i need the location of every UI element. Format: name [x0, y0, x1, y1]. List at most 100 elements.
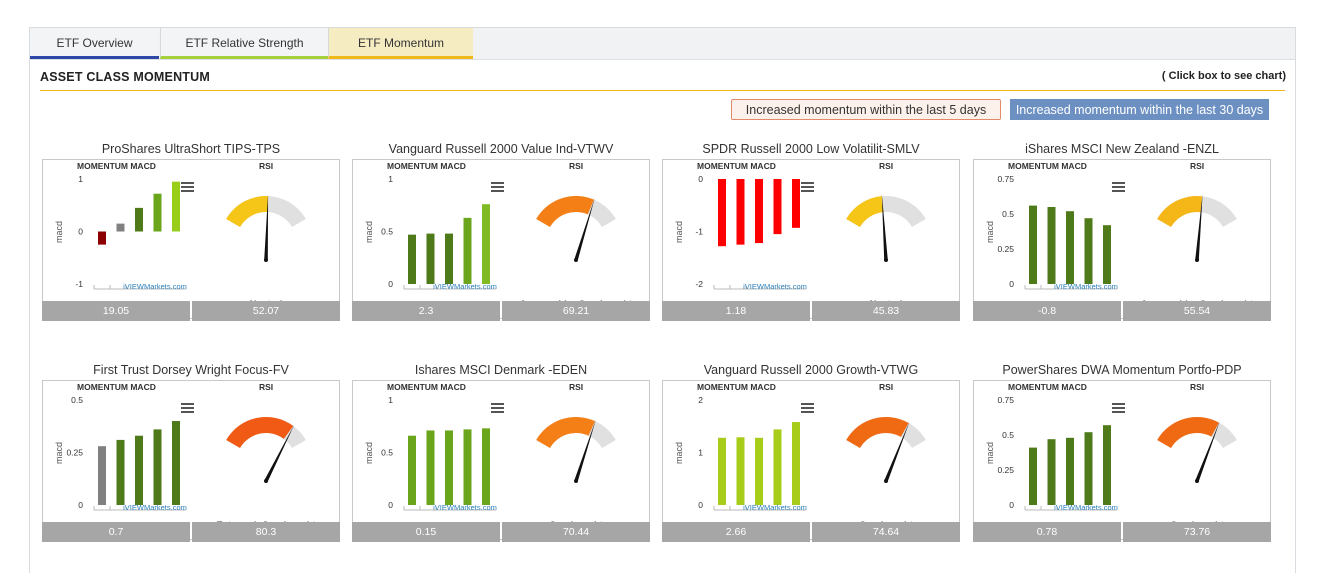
macd-bar[interactable] — [773, 179, 782, 235]
etf-card[interactable]: Vanguard Russell 2000 Value Ind-VTWV MOME… — [352, 142, 650, 342]
page-title: ASSET CLASS MOMENTUM — [40, 70, 210, 84]
hamburger-menu-icon[interactable] — [181, 403, 194, 413]
macd-value: 2.66 — [662, 522, 810, 542]
y-tick-label: 0.75 — [997, 395, 1014, 405]
card-chart-box: MOMENTUM MACD RSI macd 1 0.5 0 iVIEWMarkets.co… — [352, 159, 650, 319]
y-axis-title: macd — [674, 442, 684, 464]
y-tick-label: 0.5 — [71, 395, 83, 405]
tab-etf-relative-strength[interactable]: ETF Relative Strength — [160, 28, 328, 59]
etf-card[interactable]: Vanguard Russell 2000 Growth-VTWG MOMENTU… — [662, 363, 960, 563]
etf-card[interactable]: iShares MSCI New Zealand -ENZL MOMENTUM M… — [973, 142, 1271, 342]
macd-bar[interactable] — [172, 181, 180, 232]
macd-bar[interactable] — [773, 429, 782, 505]
chart-canvas: macd 0.5 0.25 0 iVIEWMarkets.com — [54, 395, 306, 512]
macd-bar[interactable] — [1066, 211, 1074, 284]
y-tick-label: -2 — [695, 279, 703, 289]
macd-value: 2.3 — [352, 301, 500, 321]
y-tick-label: 0 — [388, 279, 393, 289]
macd-bar[interactable] — [445, 233, 453, 284]
macd-bar[interactable] — [408, 234, 416, 284]
macd-bar[interactable] — [736, 179, 745, 245]
macd-bar[interactable] — [98, 231, 106, 245]
rsi-gauge-hub — [264, 258, 268, 262]
macd-bar[interactable] — [755, 179, 763, 244]
macd-bar[interactable] — [116, 439, 125, 505]
etf-card[interactable]: SPDR Russell 2000 Low Volatilit-SMLV MOME… — [662, 142, 960, 342]
macd-bar[interactable] — [1066, 437, 1074, 505]
y-axis-title: macd — [364, 442, 374, 464]
watermark-text: iVIEWMarkets.com — [123, 282, 187, 291]
rsi-gauge-fill — [226, 417, 294, 448]
hamburger-menu-icon[interactable] — [801, 182, 814, 192]
macd-bar[interactable] — [1103, 425, 1111, 505]
hamburger-menu-icon[interactable] — [1112, 182, 1125, 192]
macd-bar[interactable] — [792, 179, 800, 228]
etf-card[interactable]: ProShares UltraShort TIPS-TPS MOMENTUM MA… — [42, 142, 340, 342]
macd-bar[interactable] — [463, 429, 472, 505]
hamburger-menu-icon[interactable] — [491, 182, 504, 192]
macd-bar[interactable] — [1029, 447, 1037, 505]
hamburger-menu-icon[interactable] — [1112, 403, 1125, 413]
legend-5-day-button[interactable]: Increased momentum within the last 5 day… — [731, 99, 1001, 120]
chart-canvas: macd 1 0.5 0 iVIEWMarkets.com — [364, 174, 616, 291]
etf-card[interactable]: PowerShares DWA Momentum Portfo-PDP MOMEN… — [973, 363, 1271, 563]
macd-bar[interactable] — [135, 435, 143, 505]
legend-30-day-button[interactable]: Increased momentum within the last 30 da… — [1010, 99, 1269, 120]
macd-bar[interactable] — [1103, 225, 1111, 284]
card-title: Ishares MSCI Denmark -EDEN — [414, 363, 588, 377]
macd-bar[interactable] — [135, 207, 143, 232]
rsi-value: 80.3 — [192, 522, 340, 542]
y-tick-label: 0 — [698, 174, 703, 184]
macd-bar[interactable] — [1047, 439, 1056, 505]
card-chart-box: MOMENTUM MACD RSI macd 0 -1 -2 iVIEWMarkets.co… — [662, 159, 960, 319]
y-tick-label: -1 — [75, 279, 83, 289]
card-title: SPDR Russell 2000 Low Volatilit-SMLV — [702, 142, 920, 156]
macd-bar[interactable] — [98, 446, 106, 505]
macd-bar[interactable] — [445, 430, 453, 505]
macd-value: 0.15 — [352, 522, 500, 542]
y-tick-label: 0 — [1009, 500, 1014, 510]
y-tick-label: 0 — [698, 500, 703, 510]
macd-bar[interactable] — [755, 437, 763, 505]
macd-bar[interactable] — [408, 435, 416, 505]
y-tick-label: 0.5 — [1002, 430, 1014, 440]
card-title: ProShares UltraShort TIPS-TPS — [101, 142, 281, 156]
macd-bar[interactable] — [792, 422, 800, 505]
y-tick-label: 0.5 — [1002, 209, 1014, 219]
macd-value: 19.05 — [42, 301, 190, 321]
card-chart-box: MOMENTUM MACD RSI macd 0.75 0.5 0.25 0 iVIEWMar… — [973, 380, 1271, 540]
y-tick-label: 0.5 — [381, 448, 393, 458]
macd-bar[interactable] — [426, 430, 435, 505]
rsi-gauge-hub — [884, 479, 888, 483]
macd-bar[interactable] — [718, 437, 726, 505]
y-tick-label: 1 — [78, 174, 83, 184]
rsi-gauge-hub — [1195, 479, 1199, 483]
macd-bar[interactable] — [482, 428, 490, 505]
macd-bar[interactable] — [116, 223, 125, 232]
macd-bar[interactable] — [1084, 218, 1093, 284]
macd-bar[interactable] — [1029, 205, 1037, 284]
hamburger-menu-icon[interactable] — [181, 182, 194, 192]
tab-etf-momentum[interactable]: ETF Momentum — [328, 28, 473, 59]
card-title: PowerShares DWA Momentum Portfo-PDP — [1002, 363, 1242, 377]
macd-bar[interactable] — [482, 204, 490, 284]
macd-bar[interactable] — [172, 421, 180, 505]
hamburger-menu-icon[interactable] — [801, 403, 814, 413]
macd-bar[interactable] — [426, 233, 435, 284]
macd-bar[interactable] — [718, 179, 726, 247]
macd-bar[interactable] — [153, 193, 162, 232]
macd-bar[interactable] — [1047, 207, 1056, 284]
hamburger-menu-icon[interactable] — [491, 403, 504, 413]
card-chart-box: MOMENTUM MACD RSI macd 1 0.5 0 iVIEWMarkets.co… — [352, 380, 650, 540]
macd-bar[interactable] — [463, 217, 472, 284]
tab-etf-overview[interactable]: ETF Overview — [30, 28, 159, 59]
chart-canvas: macd 2 1 0 iVIEWMarkets.com — [674, 395, 926, 512]
y-tick-label: 0.25 — [66, 448, 83, 458]
etf-card[interactable]: First Trust Dorsey Wright Focus-FV MOMENT… — [42, 363, 340, 563]
macd-value: 0.78 — [973, 522, 1121, 542]
macd-bar[interactable] — [1084, 432, 1093, 505]
rsi-gauge-hub — [574, 479, 578, 483]
etf-card[interactable]: Ishares MSCI Denmark -EDEN MOMENTUM MACD R… — [352, 363, 650, 563]
macd-bar[interactable] — [736, 437, 745, 505]
macd-bar[interactable] — [153, 429, 162, 505]
